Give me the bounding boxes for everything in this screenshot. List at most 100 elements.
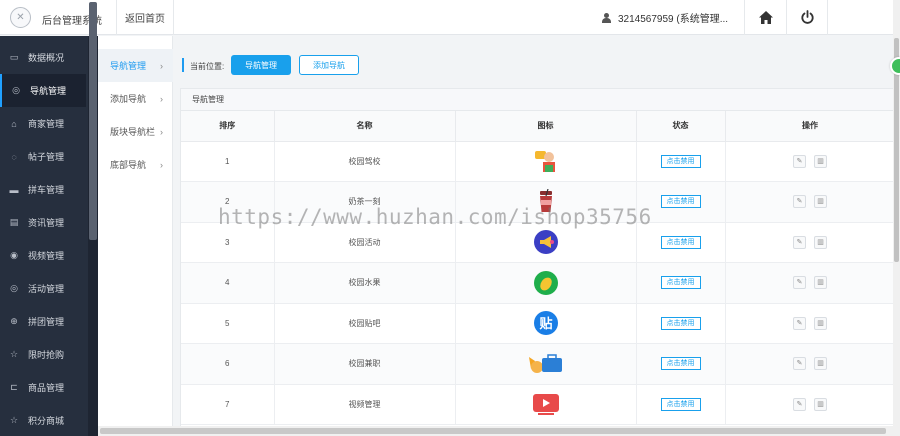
nav-manage-button[interactable]: 导航管理 (231, 55, 291, 75)
row-order: 5 (181, 303, 275, 344)
points-icon: ☆ (9, 415, 19, 425)
car-icon: ▬ (9, 184, 19, 195)
video-play-icon (532, 394, 559, 416)
nav-manage-panel: 导航管理 排序 名称 图标 状态 操作 1 校园驾校 点击禁用 ✎ ▥ 2 奶茶… (180, 88, 894, 436)
chevron-right-icon: › (160, 159, 163, 170)
group-icon: ⊕ (10, 316, 18, 326)
user-icon (602, 12, 611, 23)
edit-icon[interactable]: ✎ (793, 276, 806, 290)
sidebar-scrollbar-thumb[interactable] (89, 2, 97, 240)
row-name: 视频管理 (274, 384, 456, 425)
sidebar-item-products[interactable]: ⊏ 商品管理 (0, 371, 86, 404)
nav-table: 排序 名称 图标 状态 操作 1 校园驾校 点击禁用 ✎ ▥ 2 奶茶一刻 点击… (181, 111, 893, 425)
row-name: 校园贴吧 (274, 303, 456, 344)
milk-tea-icon (539, 188, 552, 212)
sidebar-item-group-buy[interactable]: ⊕ 拼团管理 (0, 305, 86, 338)
cart-icon: ⊏ (10, 382, 18, 392)
subnav-item-bottom-nav[interactable]: 底部导航 › (98, 148, 173, 181)
sidebar-item-merchants[interactable]: ⌂ 商家管理 (0, 107, 86, 140)
delete-icon[interactable]: ▥ (814, 316, 827, 330)
power-icon (800, 10, 814, 24)
edit-icon[interactable]: ✎ (793, 357, 806, 371)
user-menu[interactable]: 3214567959 (系统管理... (602, 0, 728, 35)
sidebar-item-activity[interactable]: ◎ 活动管理 (0, 272, 86, 305)
chat-icon: ◌ (11, 151, 17, 162)
row-order: 3 (181, 222, 275, 263)
house-icon (758, 11, 773, 24)
subnav-item-section-nav[interactable]: 版块导航栏 › (98, 115, 173, 148)
table-row: 5 校园贴吧 贴 点击禁用 ✎ ▥ (181, 303, 893, 344)
part-time-icon (528, 354, 562, 373)
svg-text:贴: 贴 (539, 316, 552, 332)
delete-icon[interactable]: ▥ (814, 357, 827, 371)
target-icon: ◎ (12, 85, 20, 95)
panel-title: 导航管理 (181, 89, 893, 111)
user-name: 3214567959 (系统管理... (618, 14, 729, 25)
delete-icon[interactable]: ▥ (814, 397, 827, 411)
sub-nav: 导航管理 › 添加导航 › 版块导航栏 › 底部导航 › (98, 36, 173, 436)
sidebar-item-news[interactable]: ▤ 资讯管理 (0, 206, 86, 239)
activity-icon: ◎ (10, 283, 18, 293)
column-header: 名称 (274, 111, 456, 142)
sidebar-item-navigation[interactable]: ◎ 导航管理 (0, 74, 86, 107)
table-row: 3 校园活动 点击禁用 ✎ ▥ (181, 222, 893, 263)
delete-icon[interactable]: ▥ (814, 195, 827, 209)
edit-icon[interactable]: ✎ (793, 316, 806, 330)
sidebar-item-dashboard[interactable]: ▭ 数据概况 (0, 41, 86, 74)
edit-icon[interactable]: ✎ (793, 195, 806, 209)
subnav-item-add-nav[interactable]: 添加导航 › (98, 82, 173, 115)
disable-button[interactable]: 点击禁用 (660, 235, 701, 249)
main-sidebar: ▭ 数据概况 ◎ 导航管理 ⌂ 商家管理 ◌ 帖子管理 ▬ 拼车管理 ▤ 资讯管理 ◉ 视频管… (0, 36, 98, 436)
video-icon: ◉ (10, 250, 18, 260)
table-header-row: 排序 名称 图标 状态 操作 (181, 111, 893, 142)
edit-icon[interactable]: ✎ (793, 154, 806, 168)
row-order: 1 (181, 141, 275, 182)
chevron-right-icon: › (160, 126, 163, 137)
delete-icon[interactable]: ▥ (814, 276, 827, 290)
delete-icon[interactable]: ▥ (814, 235, 827, 249)
disable-button[interactable]: 点击禁用 (660, 357, 701, 371)
add-nav-button[interactable]: 添加导航 (299, 55, 359, 75)
subnav-item-nav-manage[interactable]: 导航管理 › (98, 49, 173, 82)
mango-icon (533, 270, 558, 295)
row-order: 4 (181, 262, 275, 304)
row-name: 校园兼职 (274, 343, 456, 385)
star-icon: ☆ (9, 349, 19, 359)
breadcrumb: 当前位置: 导航管理 添加导航 (180, 51, 892, 81)
sidebar-item-carpool[interactable]: ▬ 拼车管理 (0, 173, 86, 206)
chevron-right-icon: › (160, 60, 163, 71)
horizontal-scrollbar-thumb[interactable] (100, 428, 886, 434)
chevron-right-icon: › (160, 93, 163, 104)
disable-button[interactable]: 点击禁用 (660, 276, 701, 290)
logout-button[interactable] (786, 0, 828, 35)
column-header: 状态 (636, 111, 726, 142)
row-order: 7 (181, 384, 275, 425)
disable-button[interactable]: 点击禁用 (660, 195, 701, 209)
row-name: 校园驾校 (274, 141, 456, 182)
disable-button[interactable]: 点击禁用 (660, 316, 701, 330)
breadcrumb-label: 当前位置: (190, 62, 225, 71)
bank-icon: ⌂ (11, 118, 17, 129)
monitor-icon: ▭ (9, 52, 19, 62)
home-button[interactable] (744, 0, 786, 35)
row-name: 奶茶一刻 (274, 181, 456, 223)
edit-icon[interactable]: ✎ (793, 397, 806, 411)
sidebar-item-flash-sale[interactable]: ☆ 限时抢购 (0, 338, 86, 371)
row-name: 校园水果 (274, 262, 456, 304)
table-row: 7 视频管理 点击禁用 ✎ ▥ (181, 384, 893, 425)
disable-button[interactable]: 点击禁用 (660, 397, 701, 411)
sidebar-item-posts[interactable]: ◌ 帖子管理 (0, 140, 86, 173)
megaphone-icon (533, 230, 558, 255)
news-icon: ▤ (9, 217, 19, 227)
row-order: 6 (181, 343, 275, 385)
table-row: 1 校园驾校 点击禁用 ✎ ▥ (181, 141, 893, 182)
breadcrumb-accent (182, 58, 184, 72)
disable-button[interactable]: 点击禁用 (660, 154, 701, 168)
sidebar-item-video[interactable]: ◉ 视频管理 (0, 239, 86, 272)
sidebar-item-points-mall[interactable]: ☆ 积分商城 (0, 404, 86, 436)
column-header: 操作 (725, 111, 893, 142)
home-link[interactable]: 返回首页 (116, 0, 174, 35)
row-name: 校园活动 (274, 222, 456, 263)
edit-icon[interactable]: ✎ (793, 235, 806, 249)
delete-icon[interactable]: ▥ (814, 154, 827, 168)
